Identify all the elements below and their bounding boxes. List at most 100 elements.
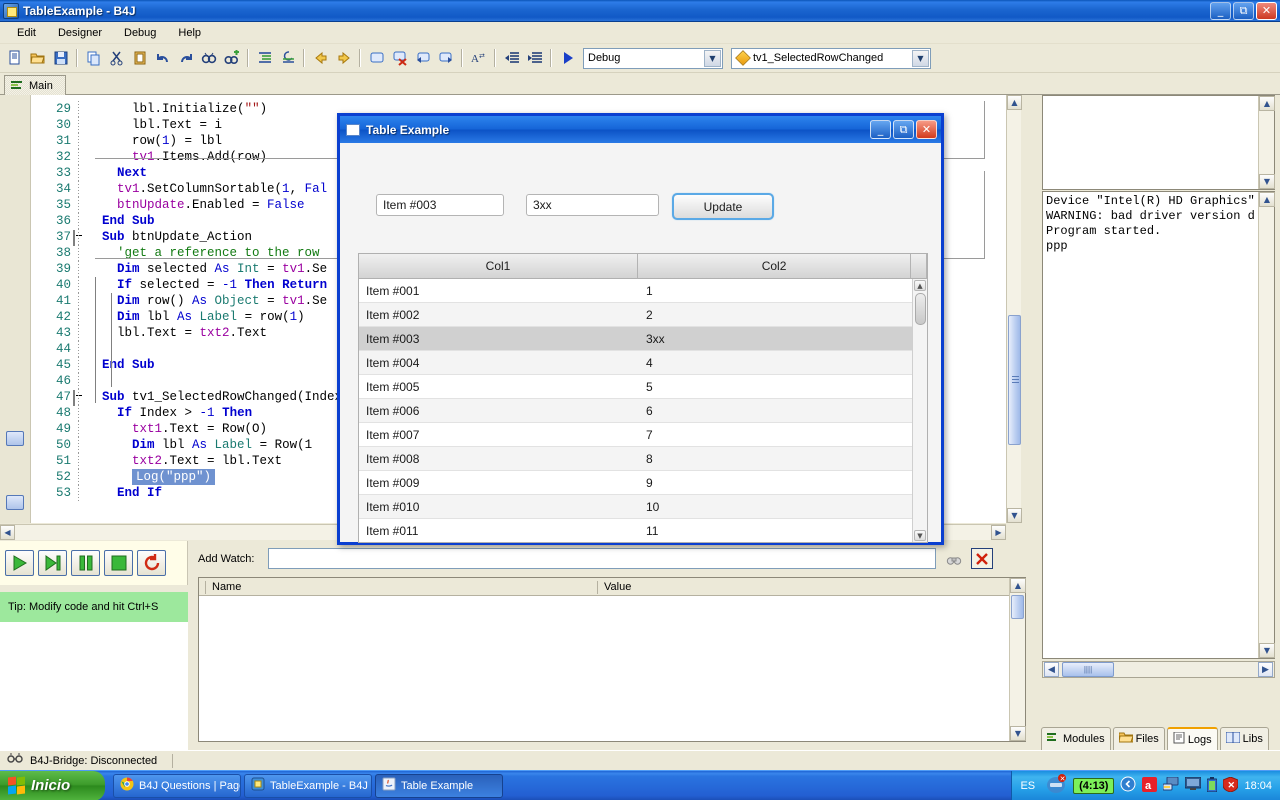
editor-scroll-thumb[interactable] xyxy=(1008,315,1021,445)
avast-icon[interactable]: a xyxy=(1142,776,1158,795)
update-button[interactable]: Update xyxy=(672,193,774,220)
taskbar-item-table-example[interactable]: Table Example xyxy=(375,773,503,798)
find-add-icon[interactable] xyxy=(220,47,243,70)
restore-lines-icon[interactable] xyxy=(276,47,299,70)
minimize-icon[interactable]: _ xyxy=(1210,1,1231,20)
log-scroll-down-icon[interactable]: ▼ xyxy=(1259,643,1275,658)
items-table-scrollbar[interactable]: ▲ ▼ xyxy=(912,279,927,542)
forward-arrow-icon[interactable] xyxy=(332,47,355,70)
watch-col-value[interactable]: Value xyxy=(597,581,631,594)
table-scroll-down-icon[interactable]: ▼ xyxy=(914,530,926,541)
table-row[interactable]: Item #011 11 xyxy=(359,519,927,542)
scroll-up-icon[interactable]: ▲ xyxy=(1007,95,1022,110)
dialog-maximize-icon[interactable]: ⧉ xyxy=(893,120,914,139)
log-top-scrollbar[interactable]: ▲ ▼ xyxy=(1258,96,1275,189)
menu-help[interactable]: Help xyxy=(167,24,212,42)
item-value-field[interactable]: 3xx xyxy=(526,194,659,216)
save-icon[interactable] xyxy=(49,47,72,70)
log-output-box[interactable]: Device "Intel(R) HD Graphics" WARNING: b… xyxy=(1042,191,1275,659)
chevron-down-icon[interactable]: ▼ xyxy=(704,49,721,67)
item-name-field[interactable]: Item #003 xyxy=(376,194,504,216)
build-mode-select[interactable]: Debug ▼ xyxy=(583,47,723,69)
log-hscroll-thumb[interactable]: |||| xyxy=(1062,662,1114,677)
breakpoint-marker-49[interactable] xyxy=(6,431,24,446)
watch-scroll-thumb[interactable] xyxy=(1011,595,1024,619)
clock[interactable]: 18:04 xyxy=(1244,780,1272,792)
items-table[interactable]: Col1 Col2 Item #001 1 Item #002 2 Item #003 3… xyxy=(358,253,928,543)
find-icon[interactable] xyxy=(197,47,220,70)
log-output-scrollbar[interactable]: ▲ ▼ xyxy=(1258,192,1275,658)
network-icon[interactable] xyxy=(1162,776,1179,794)
log-hscroll-left-icon[interactable]: ◀ xyxy=(1044,662,1059,677)
watch-scroll-up-icon[interactable]: ▲ xyxy=(1010,578,1026,593)
table-row[interactable]: Item #006 6 xyxy=(359,399,927,423)
continue-icon[interactable] xyxy=(5,550,34,576)
menu-debug[interactable]: Debug xyxy=(113,24,167,42)
tab-main[interactable]: Main xyxy=(4,75,66,95)
watch-grid-scrollbar[interactable]: ▲ ▼ xyxy=(1009,578,1026,741)
chevron-down-icon-2[interactable]: ▼ xyxy=(912,49,929,67)
tab-libs[interactable]: Libs xyxy=(1219,727,1269,750)
menu-edit[interactable]: Edit xyxy=(6,24,47,42)
table-scroll-thumb[interactable] xyxy=(915,293,926,325)
dialog-minimize-icon[interactable]: _ xyxy=(870,120,891,139)
cut-icon[interactable] xyxy=(105,47,128,70)
font-size-icon[interactable]: A ⇄ xyxy=(467,47,490,70)
delete-red-x-icon[interactable] xyxy=(971,548,993,569)
start-button[interactable]: Inicio xyxy=(0,770,105,800)
tray-eject-icon[interactable]: ✕ xyxy=(1045,774,1067,797)
log-hscroll-right-icon[interactable]: ▶ xyxy=(1258,662,1273,677)
watch-grid[interactable]: Name Value ▲ ▼ xyxy=(198,577,1026,742)
tab-modules[interactable]: Modules xyxy=(1041,727,1111,750)
table-row[interactable]: Item #008 8 xyxy=(359,447,927,471)
table-row[interactable]: Item #003 3xx xyxy=(359,327,927,351)
paste-icon[interactable] xyxy=(128,47,151,70)
security-icon[interactable]: ✕ xyxy=(1222,775,1239,795)
indent-icon[interactable] xyxy=(523,47,546,70)
watch-scroll-down-icon[interactable]: ▼ xyxy=(1010,726,1026,741)
binoculars-icon[interactable] xyxy=(943,548,965,569)
remove-comment-icon[interactable] xyxy=(388,47,411,70)
log-top-box[interactable]: ▲ ▼ xyxy=(1042,95,1275,190)
scroll-down-icon[interactable]: ▼ xyxy=(1007,508,1022,523)
breakpoint-marker-53[interactable] xyxy=(6,495,24,510)
table-row[interactable]: Item #005 5 xyxy=(359,375,927,399)
taskbar-item-chrome[interactable]: B4J Questions | Page... xyxy=(113,773,241,798)
table-row[interactable]: Item #009 9 xyxy=(359,471,927,495)
close-icon[interactable]: ✕ xyxy=(1256,1,1277,20)
outdent-icon[interactable] xyxy=(500,47,523,70)
watch-input-field[interactable] xyxy=(269,549,935,568)
new-file-icon[interactable] xyxy=(3,47,26,70)
log-top-scroll-up-icon[interactable]: ▲ xyxy=(1259,96,1275,111)
menu-designer[interactable]: Designer xyxy=(47,24,113,42)
language-indicator[interactable]: ES xyxy=(1020,780,1035,792)
show-hidden-icon[interactable] xyxy=(1120,776,1136,795)
scroll-left-icon[interactable]: ◀ xyxy=(0,525,15,540)
indent-lines-icon[interactable] xyxy=(253,47,276,70)
redo-icon[interactable] xyxy=(174,47,197,70)
back-arrow-icon[interactable] xyxy=(309,47,332,70)
pause-icon[interactable] xyxy=(71,550,100,576)
stop-icon[interactable] xyxy=(104,550,133,576)
editor-vscrollbar[interactable]: ▲ ▼ xyxy=(1006,95,1022,523)
table-scroll-up-icon[interactable]: ▲ xyxy=(914,280,926,291)
log-hscrollbar[interactable]: ◀ |||| ▶ xyxy=(1042,661,1275,678)
tab-files[interactable]: Files xyxy=(1112,727,1165,750)
tab-logs[interactable]: Logs xyxy=(1166,727,1218,750)
items-table-col2-header[interactable]: Col2 xyxy=(638,254,912,279)
items-table-col1-header[interactable]: Col1 xyxy=(359,254,639,279)
undo-icon[interactable] xyxy=(151,47,174,70)
comment-left-icon[interactable] xyxy=(411,47,434,70)
comment-right-icon[interactable] xyxy=(434,47,457,70)
watch-input[interactable] xyxy=(268,548,936,569)
comment-icon[interactable] xyxy=(365,47,388,70)
sub-select[interactable]: tv1_SelectedRowChanged ▼ xyxy=(731,47,931,69)
copy-icon[interactable] xyxy=(82,47,105,70)
maximize-icon[interactable]: ⧉ xyxy=(1233,1,1254,20)
restart-icon[interactable] xyxy=(137,550,166,576)
table-row[interactable]: Item #004 4 xyxy=(359,351,927,375)
run-icon[interactable] xyxy=(556,47,579,70)
battery-tray-icon[interactable] xyxy=(1206,776,1218,795)
battery-indicator[interactable]: (4:13) xyxy=(1073,777,1115,794)
log-scroll-up-icon[interactable]: ▲ xyxy=(1259,192,1275,207)
